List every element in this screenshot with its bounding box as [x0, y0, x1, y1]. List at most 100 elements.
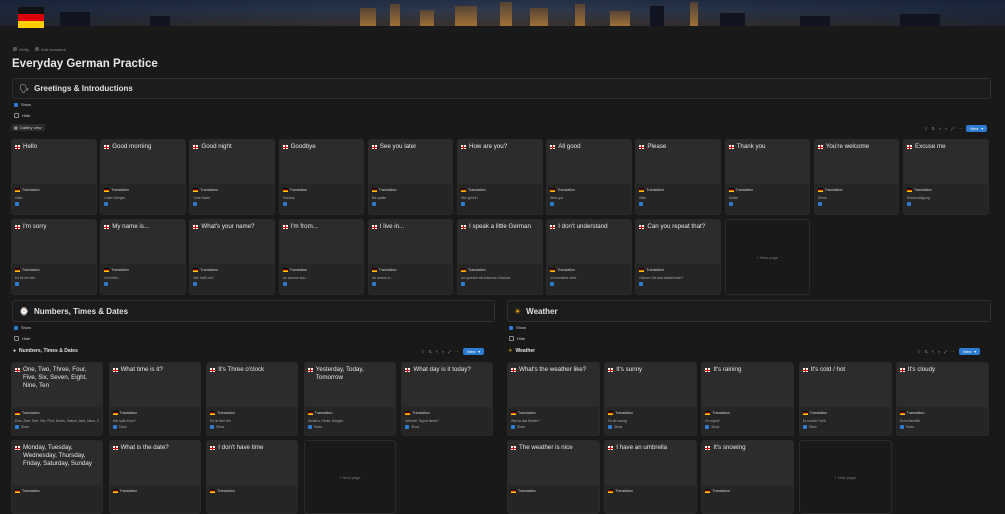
gallery-card[interactable]: What's your name? Translation Wie heißt du…: [189, 219, 275, 295]
gallery-card[interactable]: One, Two, Three, Four, Five, Six, Seven,…: [11, 362, 103, 436]
card-title: I speak a little German: [461, 223, 539, 232]
more-icon[interactable]: ⋯: [958, 126, 962, 131]
lightning-icon[interactable]: ϟ: [436, 349, 438, 354]
checkbox[interactable]: [639, 281, 717, 286]
gallery-card[interactable]: My name is... Translation Ich heiße...: [100, 219, 186, 295]
checkbox[interactable]: [282, 281, 361, 286]
more-icon[interactable]: ⋯: [951, 349, 955, 354]
expand-icon[interactable]: ⤢: [448, 349, 451, 354]
breadcrumb-add-comment[interactable]: Add comment: [35, 47, 66, 52]
gallery-card[interactable]: What is the date? Translation: [108, 440, 201, 514]
show-checkbox[interactable]: Show: [802, 424, 888, 429]
search-icon[interactable]: ⌕: [938, 349, 940, 354]
gallery-card[interactable]: I live in... Translation Ich wohne in...: [367, 219, 454, 295]
gallery-card[interactable]: I'm sorry Translation Es tut mir leid: [11, 219, 97, 295]
gallery-card[interactable]: See you later Translation Bis später: [367, 139, 454, 215]
checkbox[interactable]: [371, 281, 450, 286]
checkbox[interactable]: [550, 281, 628, 286]
sort-icon[interactable]: ⇅: [924, 349, 927, 354]
gallery-card[interactable]: I have an umbrella Translation: [604, 440, 698, 514]
checkbox[interactable]: [461, 201, 539, 206]
gallery-card[interactable]: All good Translation Alles gut: [546, 139, 632, 215]
show-checkbox[interactable]: Show: [210, 424, 294, 429]
checkbox[interactable]: [104, 281, 182, 286]
checkbox[interactable]: [282, 201, 361, 206]
gallery-card[interactable]: Excuse me Translation Entschuldigung: [903, 139, 989, 215]
checkbox[interactable]: [15, 281, 93, 286]
new-button[interactable]: New ▾: [966, 125, 988, 132]
show-toggle[interactable]: Show: [509, 325, 526, 330]
gallery-card[interactable]: How are you? Translation Wie geht's?: [457, 139, 543, 215]
gallery-card[interactable]: It's cloudy Translation Es ist bewölkt Show: [895, 362, 989, 436]
show-checkbox[interactable]: Show: [307, 424, 392, 429]
checkbox[interactable]: [461, 281, 539, 286]
gallery-card[interactable]: Good night Translation Gute Nacht: [189, 139, 275, 215]
gallery-card[interactable]: Goodbye Translation Tschüss: [278, 139, 365, 215]
gallery-card[interactable]: I'm from... Translation Ich komme aus...: [278, 219, 365, 295]
more-icon[interactable]: ⋯: [455, 349, 459, 354]
show-checkbox[interactable]: Show: [705, 424, 790, 429]
gallery-card[interactable]: It's sunny Translation Es ist sonnig Show: [604, 362, 698, 436]
filter-icon[interactable]: ≡: [918, 349, 920, 354]
checkbox[interactable]: [550, 201, 628, 206]
new-page-card[interactable]: + New page: [724, 219, 811, 295]
checkbox[interactable]: [728, 201, 807, 206]
gallery-card[interactable]: I don't have time Translation: [206, 440, 299, 514]
checkbox[interactable]: [639, 201, 717, 206]
checkbox[interactable]: [15, 201, 93, 206]
gallery-card[interactable]: It's Three o'clock Translation Es ist drei…: [206, 362, 299, 436]
new-button[interactable]: New ▾: [463, 348, 485, 355]
show-checkbox[interactable]: Show: [15, 424, 99, 429]
new-page-card[interactable]: + New page: [303, 440, 396, 514]
expand-icon[interactable]: ⤢: [951, 126, 954, 131]
gallery-card[interactable]: Hello Translation Hallo: [11, 139, 97, 215]
show-checkbox[interactable]: Show: [511, 424, 596, 429]
checkbox[interactable]: [817, 201, 896, 206]
breadcrumb-verify[interactable]: Verify: [13, 47, 29, 52]
gallery-card[interactable]: Can you repeat that? Translation Können Si…: [635, 219, 721, 295]
checkbox[interactable]: [907, 201, 985, 206]
show-toggle[interactable]: Show: [14, 325, 31, 330]
gallery-card[interactable]: What's the weather like? Translation Wie i…: [507, 362, 600, 436]
search-icon[interactable]: ⌕: [945, 126, 947, 131]
gallery-card[interactable]: Monday, Tuesday, Wednesday, Thursday, Fr…: [11, 440, 103, 514]
filter-icon[interactable]: ≡: [925, 126, 927, 131]
gallery-card[interactable]: The weather is nice Translation: [507, 440, 600, 514]
sort-icon[interactable]: ⇅: [931, 126, 934, 131]
gallery-card[interactable]: What time is it? Translation Wie spät ist …: [108, 362, 201, 436]
gallery-card[interactable]: I speak a little German Translation Ich sp…: [457, 219, 543, 295]
gallery-card[interactable]: What day is it today? Translation Welcher …: [401, 362, 494, 436]
gallery-card[interactable]: Good morning Translation Guten Morgen: [100, 139, 186, 215]
gallery-view-tab[interactable]: ▦ Gallery view: [11, 124, 45, 131]
show-checkbox[interactable]: Show: [899, 424, 985, 429]
lightning-icon[interactable]: ϟ: [932, 349, 934, 354]
gallery-card[interactable]: Please Translation Bitte: [635, 139, 721, 215]
show-checkbox[interactable]: Show: [608, 424, 693, 429]
gallery-card[interactable]: You're welcome Translation Gerne: [813, 139, 900, 215]
numbers-view-label[interactable]: ● Numbers, Times & Dates: [13, 348, 78, 354]
checkbox[interactable]: [104, 201, 182, 206]
show-toggle[interactable]: Show: [14, 102, 31, 107]
gallery-card[interactable]: It's raining Translation Es regnet Show: [701, 362, 795, 436]
show-checkbox[interactable]: Show: [112, 424, 197, 429]
hide-toggle[interactable]: Hide: [14, 336, 30, 341]
checkbox[interactable]: [193, 281, 271, 286]
checkbox[interactable]: [193, 201, 271, 206]
filter-icon[interactable]: ≡: [422, 349, 424, 354]
weather-view-label[interactable]: ☀ Weather: [508, 348, 535, 354]
hide-toggle[interactable]: Hide: [14, 113, 30, 118]
expand-icon[interactable]: ⤢: [944, 349, 947, 354]
show-checkbox[interactable]: Show: [405, 424, 489, 429]
gallery-card[interactable]: Yesterday, Today, Tomorrow Translation Ges…: [303, 362, 396, 436]
search-icon[interactable]: ⌕: [442, 349, 444, 354]
gallery-card[interactable]: It's cold / hot Translation Es ist kalt / …: [798, 362, 892, 436]
gallery-card[interactable]: I don't understand Translation Ich versteh…: [546, 219, 632, 295]
new-button[interactable]: New ▾: [959, 348, 981, 355]
gallery-card[interactable]: Thank you Translation Danke: [724, 139, 811, 215]
new-page-card[interactable]: + New page: [798, 440, 892, 514]
hide-toggle[interactable]: Hide: [509, 336, 525, 341]
sort-icon[interactable]: ⇅: [428, 349, 431, 354]
lightning-icon[interactable]: ϟ: [939, 126, 941, 131]
gallery-card[interactable]: It's snowing Translation: [701, 440, 795, 514]
checkbox[interactable]: [371, 201, 450, 206]
